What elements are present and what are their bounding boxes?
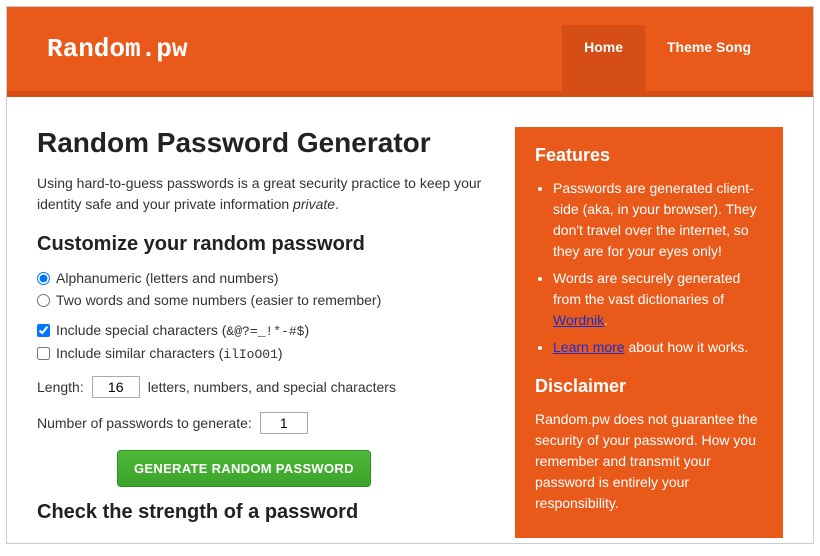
strength-heading: Check the strength of a password bbox=[37, 501, 491, 524]
disclaimer-heading: Disclaimer bbox=[535, 376, 763, 397]
length-suffix: letters, numbers, and special characters bbox=[148, 379, 396, 395]
sidebar: Features Passwords are generated client-… bbox=[515, 127, 783, 538]
feature-item: Learn more about how it works. bbox=[553, 337, 763, 358]
length-label: Length: bbox=[37, 379, 84, 395]
header: Random.pw Home Theme Song bbox=[7, 7, 813, 97]
checkbox-similar-chars-label: Include similar characters (ilIoO01) bbox=[56, 345, 283, 362]
radio-alphanumeric[interactable] bbox=[37, 272, 50, 285]
radio-alphanumeric-label: Alphanumeric (letters and numbers) bbox=[56, 270, 279, 286]
page-title: Random Password Generator bbox=[37, 127, 491, 159]
checkbox-similar-chars[interactable] bbox=[37, 347, 50, 360]
radio-two-words-label: Two words and some numbers (easier to re… bbox=[56, 292, 381, 308]
radio-two-words[interactable] bbox=[37, 294, 50, 307]
learn-more-link[interactable]: Learn more bbox=[553, 339, 625, 355]
feature-item: Passwords are generated client-side (aka… bbox=[553, 178, 763, 262]
nav-home[interactable]: Home bbox=[562, 25, 645, 91]
disclaimer-body: Random.pw does not guarantee the securit… bbox=[535, 409, 763, 514]
nav: Home Theme Song bbox=[562, 7, 773, 91]
checkbox-special-chars[interactable] bbox=[37, 324, 50, 337]
main-column: Random Password Generator Using hard-to-… bbox=[37, 127, 491, 538]
wordnik-link[interactable]: Wordnik bbox=[553, 312, 604, 328]
count-input[interactable] bbox=[260, 412, 308, 434]
length-input[interactable] bbox=[92, 376, 140, 398]
feature-item: Words are securely generated from the va… bbox=[553, 268, 763, 331]
count-label: Number of passwords to generate: bbox=[37, 415, 252, 431]
nav-theme-song[interactable]: Theme Song bbox=[645, 25, 773, 91]
checkbox-special-chars-label: Include special characters (&@?=_!*-#$) bbox=[56, 322, 309, 339]
customize-heading: Customize your random password bbox=[37, 233, 491, 256]
features-heading: Features bbox=[535, 145, 763, 166]
site-logo[interactable]: Random.pw bbox=[47, 7, 562, 91]
generate-button[interactable]: GENERATE RANDOM PASSWORD bbox=[117, 450, 371, 487]
intro-text: Using hard-to-guess passwords is a great… bbox=[37, 173, 491, 215]
